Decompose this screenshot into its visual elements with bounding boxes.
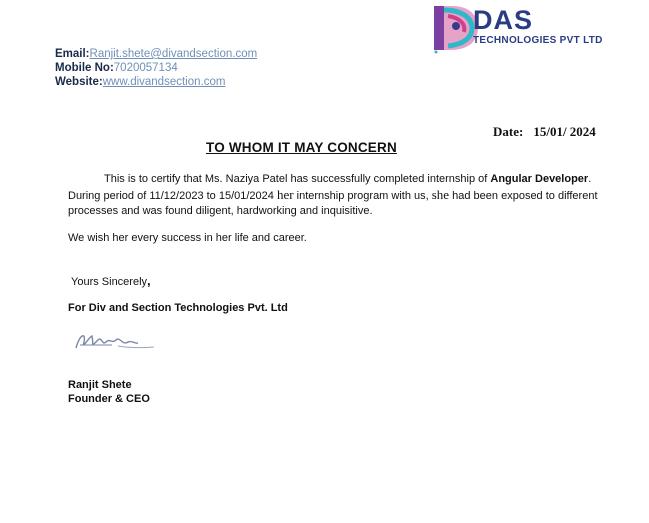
signer-title: Founder & CEO xyxy=(68,393,150,405)
contact-block: Email:Ranjit.shete@divandsection.com Mob… xyxy=(55,47,257,89)
website-label: Website: xyxy=(55,76,103,88)
logo-subtitle: TECHNOLOGIES PVT LTD xyxy=(473,35,603,46)
date-label: Date: xyxy=(493,124,524,139)
website-link[interactable]: www.divandsection.com xyxy=(103,76,226,88)
company-line: For Div and Section Technologies Pvt. Lt… xyxy=(68,302,288,314)
signer-name: Ranjit Shete xyxy=(68,379,132,391)
logo-text: DAS TECHNOLOGIES PVT LTD xyxy=(473,6,603,47)
mobile-label: Mobile No: xyxy=(55,62,114,74)
paragraph-2-text-a: During period of 11/12/2023 to 15/01/202… xyxy=(68,190,277,202)
wish-line: We wish her every success in her life an… xyxy=(68,232,307,244)
word-her: her xyxy=(276,187,294,202)
letter-body: This is to certify that Ms. Naziya Patel… xyxy=(68,172,613,219)
email-label: Email: xyxy=(55,48,90,60)
mobile-row: Mobile No:7020057134 xyxy=(55,61,257,75)
email-row: Email:Ranjit.shete@divandsection.com xyxy=(55,47,257,61)
closing-comma: , xyxy=(147,273,151,288)
logo-name: DAS xyxy=(473,5,534,35)
paragraph-1-text: This is to certify that Ms. Naziya Patel… xyxy=(104,173,491,185)
paragraph-2-text-b: internship program with us, xyxy=(293,190,432,202)
website-row: Website:www.divandsection.com xyxy=(55,75,257,89)
signature-icon xyxy=(75,334,155,349)
word-she: she xyxy=(431,187,450,202)
closing-text: Yours Sincerely xyxy=(71,276,148,288)
paragraph-2: During period of 11/12/2023 to 15/01/202… xyxy=(68,187,613,219)
date-value: 15/01/ 2024 xyxy=(533,124,596,139)
letter-heading: TO WHOM IT MAY CONCERN xyxy=(206,140,397,155)
role-title: Angular Developer xyxy=(490,173,589,185)
paragraph-1: This is to certify that Ms. Naziya Patel… xyxy=(68,172,613,187)
mobile-value: 7020057134 xyxy=(113,62,178,74)
signer-block: Ranjit Shete Founder & CEO xyxy=(68,378,150,406)
email-link[interactable]: Ranjit.shete@divandsection.com xyxy=(90,48,258,60)
paragraph-1-end: . xyxy=(588,173,592,185)
closing-line: Yours Sincerely, xyxy=(71,273,151,288)
letter-date: Date: 15/01/ 2024 xyxy=(493,124,596,140)
